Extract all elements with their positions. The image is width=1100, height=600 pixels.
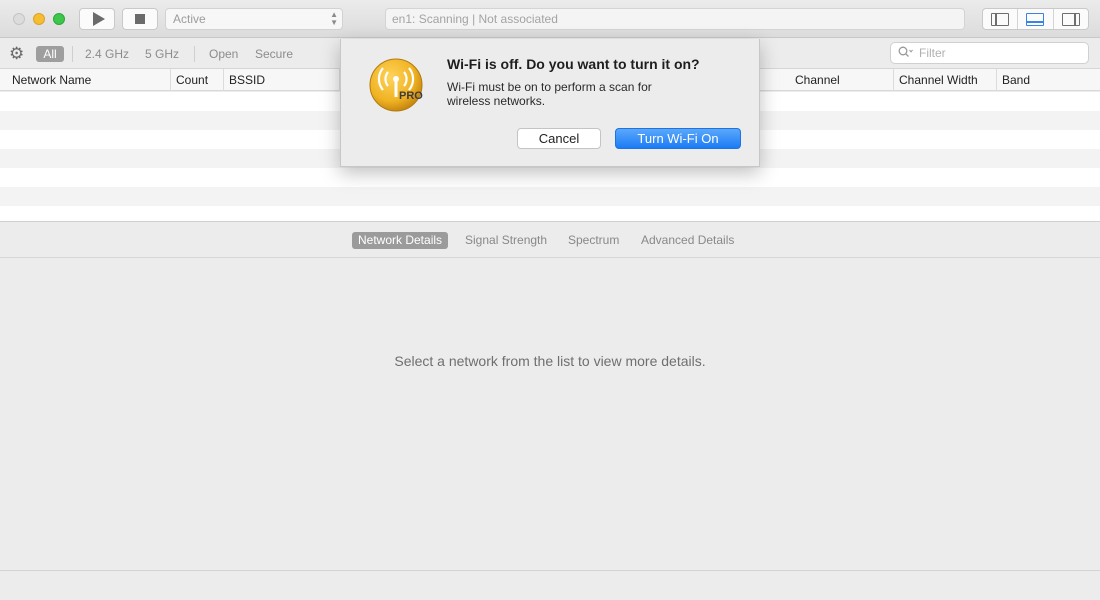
- column-header-bssid[interactable]: BSSID: [224, 69, 340, 91]
- wifi-explorer-pro-app-icon: PRO: [369, 57, 425, 113]
- filter-divider: [194, 46, 195, 62]
- filter-tab-all[interactable]: All: [36, 46, 64, 62]
- dialog-message: Wi-Fi must be on to perform a scan for w…: [447, 80, 652, 108]
- table-row: [0, 187, 1100, 206]
- bottom-panel-icon: [1026, 12, 1045, 26]
- filter-tab-secure[interactable]: Secure: [255, 47, 293, 61]
- filter-tab-5ghz[interactable]: 5 GHz: [145, 47, 179, 61]
- column-header-count[interactable]: Count: [171, 69, 224, 91]
- show-right-pane-button[interactable]: [1054, 9, 1088, 29]
- filter-tab-open[interactable]: Open: [209, 47, 238, 61]
- close-window-button[interactable]: [13, 13, 25, 25]
- wifi-off-dialog: PRO Wi-Fi is off. Do you want to turn it…: [340, 39, 760, 167]
- search-icon: [898, 46, 914, 61]
- interface-select-value: Active: [173, 12, 206, 26]
- filter-tab-2-4ghz[interactable]: 2.4 GHz: [85, 47, 129, 61]
- show-bottom-pane-button[interactable]: [1018, 9, 1054, 29]
- details-tab-bar: Network Details Signal Strength Spectrum…: [0, 222, 1100, 258]
- scan-status-field: en1: Scanning | Not associated: [385, 8, 965, 30]
- gear-icon[interactable]: ⚙: [9, 45, 24, 62]
- column-header-network-name[interactable]: Network Name: [7, 69, 171, 91]
- stop-scan-button[interactable]: [122, 8, 158, 30]
- tab-signal-strength[interactable]: Signal Strength: [459, 232, 553, 249]
- right-sidebar-icon: [1061, 12, 1080, 26]
- updown-chevron-icon: ▲ ▼: [330, 10, 338, 27]
- tab-spectrum[interactable]: Spectrum: [562, 232, 625, 249]
- column-header-channel-width[interactable]: Channel Width: [894, 69, 997, 91]
- start-scan-button[interactable]: [79, 8, 115, 30]
- details-panel: Select a network from the list to view m…: [0, 259, 1100, 570]
- stop-icon: [135, 14, 145, 24]
- zoom-window-button[interactable]: [53, 13, 65, 25]
- tab-network-details[interactable]: Network Details: [352, 232, 449, 249]
- cancel-button[interactable]: Cancel: [517, 128, 601, 149]
- tab-advanced-details[interactable]: Advanced Details: [635, 232, 740, 249]
- play-icon: [92, 12, 105, 26]
- status-bar: [0, 570, 1100, 600]
- turn-wifi-on-button[interactable]: Turn Wi-Fi On: [615, 128, 741, 149]
- show-left-pane-button[interactable]: [983, 9, 1019, 29]
- dialog-title: Wi-Fi is off. Do you want to turn it on?: [447, 56, 700, 72]
- filter-search-input[interactable]: Filter: [890, 42, 1089, 64]
- column-header-channel[interactable]: Channel: [790, 69, 894, 91]
- interface-select[interactable]: Active ▲ ▼: [165, 8, 343, 30]
- window-toolbar: Active ▲ ▼ en1: Scanning | Not associated: [0, 0, 1100, 38]
- column-header-band[interactable]: Band: [997, 69, 1100, 91]
- details-placeholder-text: Select a network from the list to view m…: [394, 353, 706, 369]
- table-row: [0, 168, 1100, 187]
- filter-divider: [72, 46, 73, 62]
- minimize-window-button[interactable]: [33, 13, 45, 25]
- left-sidebar-icon: [991, 12, 1010, 26]
- pro-badge: PRO: [399, 90, 423, 102]
- view-layout-control: [982, 8, 1089, 30]
